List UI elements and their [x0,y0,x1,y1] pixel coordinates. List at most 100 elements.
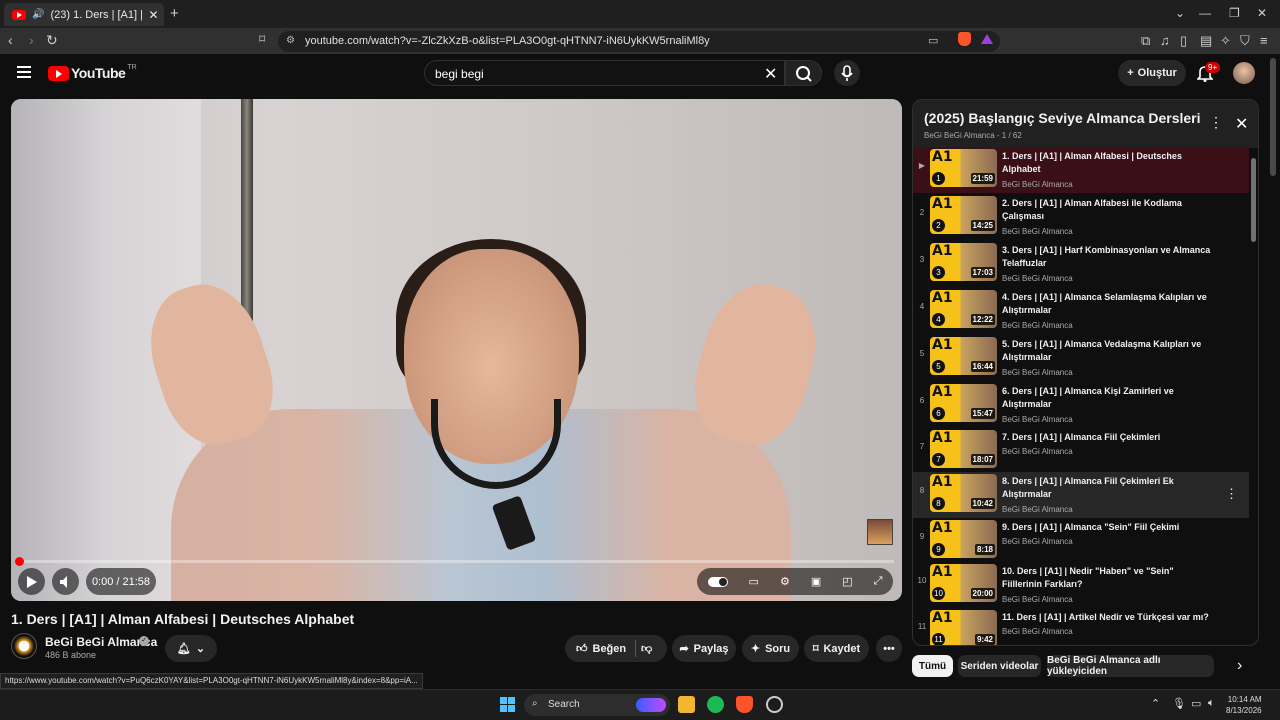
cast-icon[interactable]: ▭ [928,34,938,47]
bookmark-icon[interactable]: ⌑ [259,32,265,46]
settings-icon[interactable]: ⚙ [780,575,790,588]
video-thumbnail[interactable]: A1 5 16:44 [930,337,997,375]
video-thumbnail[interactable]: A1 1 21:59 [930,149,997,187]
video-thumbnail[interactable]: A1 2 14:25 [930,196,997,234]
playlist-index: 8 [919,486,925,495]
playlist-item[interactable]: 10 A1 10 20:00 10. Ders | [A1] | Nedir "Habe… [913,562,1249,608]
playlist-item[interactable]: 6 A1 6 15:47 6. Ders | [A1] | Almanca Kişi Z… [913,382,1249,428]
fullscreen-icon[interactable]: ⤢ [874,575,883,588]
url-field[interactable]: ⚙ youtube.com/watch?v=-ZlcZkXzB-o&list=P… [278,31,1000,52]
cast-icon[interactable]: ◰ [842,575,852,588]
playlist-item[interactable]: 8 A1 8 10:42 8. Ders | [A1] | Almanca Fiil Ç… [913,472,1249,518]
more-vertical-icon[interactable]: ⋮ [1209,114,1223,131]
playlist-item[interactable]: 3 A1 3 17:03 3. Ders | [A1] | Harf Kombinasy… [913,241,1249,287]
taskbar-search[interactable]: ⌕ Search [524,694,670,716]
video-thumbnail[interactable]: A1 6 15:47 [930,384,997,422]
brave-browser-icon[interactable] [736,696,753,713]
subscription-bell-button[interactable]: 🔔︎ ⌄ [165,635,217,662]
thumbs-down-icon[interactable]: 👎︎ [641,642,652,655]
youtube-logo[interactable]: YouTube TR [48,64,137,81]
more-actions-button[interactable]: ••• [876,635,902,662]
chip-all[interactable]: Tümü [912,655,953,677]
chevron-right-icon[interactable]: › [1237,657,1242,675]
video-thumbnail[interactable]: A1 11 9:42 [930,610,997,645]
video-duration: 21:59 [970,173,995,184]
media-icon[interactable]: ♫ [1160,33,1170,48]
taskbar-clock[interactable]: 10:14 AM 8/13/2026 [1226,694,1262,716]
page-scrollbar[interactable] [1270,58,1276,176]
subtitles-icon[interactable]: ▭ [749,575,759,588]
search-icon [796,66,812,82]
video-thumbnail[interactable]: A1 10 20:00 [930,564,997,602]
close-window-button[interactable]: ✕ [1257,6,1267,20]
video-thumbnail[interactable]: A1 7 18:07 [930,430,997,468]
playlist-item[interactable]: 2 A1 2 14:25 2. Ders | [A1] | Alman Alfabesi… [913,194,1249,240]
tray-network-icon[interactable]: ▭ [1191,697,1201,710]
extensions-icon[interactable]: ⧉ [1141,33,1150,49]
browser-menu-icon[interactable]: ≡ [1260,33,1268,48]
video-thumbnail[interactable]: A1 3 17:03 [930,243,997,281]
minimize-button[interactable]: — [1199,6,1211,20]
playlist-item[interactable]: 7 A1 7 18:07 7. Ders | [A1] | Almanca Fiil Ç… [913,428,1249,474]
brave-rewards-icon[interactable] [981,34,993,44]
save-button[interactable]: ⌑ Kaydet [804,635,869,662]
hamburger-menu-icon[interactable] [17,66,31,78]
maximize-button[interactable]: ❐ [1229,6,1240,20]
playlist-title[interactable]: (2025) Başlangıç Seviye Almanca Dersleri [924,110,1201,126]
playlist-item[interactable]: 11 A1 11 9:42 11. Ders | [A1] | Artikel Nedi… [913,608,1249,645]
playlist-item[interactable]: 5 A1 5 16:44 5. Ders | [A1] | Almanca Vedala… [913,335,1249,381]
brave-shields-icon[interactable] [958,32,971,46]
ask-button[interactable]: ✦ Soru [742,635,799,662]
tab-list-icon[interactable]: ⌄ [1175,6,1185,20]
tray-chevron-icon[interactable]: ⌃ [1151,697,1160,710]
share-button[interactable]: ➦ Paylaş [672,635,736,662]
forward-icon[interactable]: › [29,32,34,48]
vpn-icon[interactable]: ⛉ [1240,33,1250,49]
speaker-icon[interactable]: 🔊 [32,9,44,20]
thumbnail-logo: A1 [932,384,953,400]
video-thumbnail[interactable]: A1 4 12:22 [930,290,997,328]
search-input[interactable]: begi begi ✕ [424,60,785,86]
channel-avatar[interactable] [11,633,37,659]
playlist-item[interactable]: ▶ A1 1 21:59 1. Ders | [A1] | Alman Alfabesi… [913,147,1249,193]
create-button[interactable]: + Oluştur [1118,60,1186,86]
close-icon[interactable]: ✕ [1235,114,1248,134]
playlist-item[interactable]: 4 A1 4 12:22 4. Ders | [A1] | Almanca Selaml… [913,288,1249,334]
video-thumbnail[interactable]: A1 8 10:42 [930,474,997,512]
leo-icon[interactable]: ✧ [1220,33,1231,49]
app-icon[interactable] [766,696,783,713]
account-avatar[interactable] [1233,62,1255,84]
voice-search-button[interactable] [834,60,860,86]
close-tab-icon[interactable]: ✕ [148,8,158,22]
sidebar-icon[interactable]: ▯ [1180,33,1187,49]
thumbnail-number: 4 [932,313,945,326]
playlist-scrollbar[interactable] [1251,158,1256,242]
chip-series-videos[interactable]: Seriden videolar [958,655,1041,677]
video-thumbnail[interactable]: A1 9 8:18 [930,520,997,558]
clear-search-icon[interactable]: ✕ [764,64,777,84]
spotify-icon[interactable] [707,696,724,713]
browser-tab[interactable]: 🔊 (23) 1. Ders | [A1] | Alman Alfa ✕ [4,3,164,26]
site-info-icon[interactable]: ⚙ [286,35,295,46]
progress-bar[interactable] [19,560,894,563]
play-button[interactable] [18,568,45,595]
tray-mic-icon[interactable]: 🎙︎ [1172,697,1186,710]
scrubber-handle[interactable] [15,557,24,566]
search-button[interactable] [785,60,822,86]
autoplay-toggle[interactable] [707,576,728,587]
playlist-item[interactable]: 9 A1 9 8:18 9. Ders | [A1] | Almanca "Sein" … [913,518,1249,564]
miniplayer-icon[interactable]: ▣ [811,575,821,588]
tray-volume-icon[interactable]: 🔈︎ [1208,697,1215,710]
back-icon[interactable]: ‹ [8,32,13,48]
chip-uploader[interactable]: BeGi BeGi Almanca adlı yükleyiciden [1047,655,1214,677]
video-player[interactable]: 0:00 / 21:58 ▭ ⚙ ▣ ◰ ⤢ [11,99,902,601]
windows-start-icon[interactable] [499,696,516,713]
new-tab-button[interactable]: + [170,5,179,22]
wallet-icon[interactable]: ▤ [1200,33,1212,49]
more-vertical-icon[interactable]: ⋮ [1225,486,1238,502]
reload-icon[interactable]: ↻ [46,32,58,49]
volume-button[interactable] [52,568,79,595]
like-button[interactable]: 👍︎ Beğen 👎︎ [565,635,667,662]
channel-watermark[interactable] [867,519,893,545]
file-explorer-icon[interactable] [678,696,695,713]
